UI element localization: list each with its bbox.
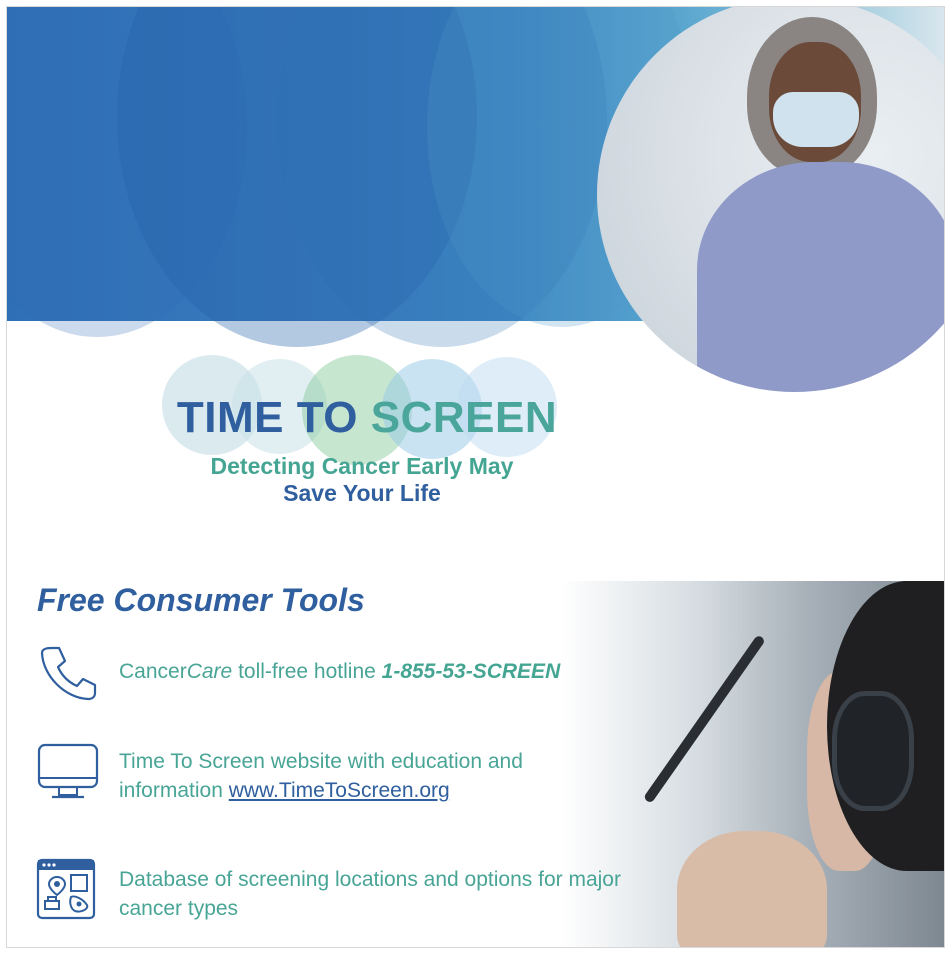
website-prefix: information bbox=[119, 779, 229, 802]
patient-photo bbox=[597, 7, 944, 392]
hotline-prefix: Cancer bbox=[119, 660, 187, 683]
photo-microphone bbox=[642, 634, 766, 804]
logo-title: TIME TO SCREEN bbox=[7, 393, 727, 443]
website-text-line1: Time To Screen website with education an… bbox=[119, 750, 523, 773]
database-text: Database of screening locations and opti… bbox=[119, 868, 621, 920]
hotline-number[interactable]: 1-855-53-SCREEN bbox=[382, 660, 561, 683]
flyer: TIME TO SCREEN Detecting Cancer Early Ma… bbox=[6, 6, 945, 948]
phone-icon bbox=[40, 646, 97, 701]
hotline-label: toll-free hotline bbox=[232, 660, 382, 683]
map-location-icon bbox=[36, 858, 96, 920]
website-link[interactable]: www.TimeToScreen.org bbox=[229, 779, 450, 802]
monitor-icon bbox=[37, 743, 99, 799]
photo-body bbox=[697, 162, 944, 392]
photo-hand bbox=[677, 831, 827, 947]
logo-word-screen: SCREEN bbox=[370, 393, 558, 442]
hotline-brand-care: Care bbox=[186, 660, 233, 683]
tagline-line1: Detecting Cancer Early May bbox=[210, 453, 514, 479]
photo-mask bbox=[773, 92, 859, 147]
website-text-line2: information www.TimeToScreen.org bbox=[119, 776, 639, 805]
hotline-text: CancerCare toll-free hotline 1-855-53-SC… bbox=[119, 657, 560, 686]
tagline-line2: Save Your Life bbox=[283, 480, 441, 506]
website-text: Time To Screen website with education an… bbox=[119, 747, 639, 805]
logo-word-time-to: TIME TO bbox=[176, 393, 359, 442]
photo-headset bbox=[832, 691, 914, 811]
section-title: Free Consumer Tools bbox=[37, 582, 365, 618]
